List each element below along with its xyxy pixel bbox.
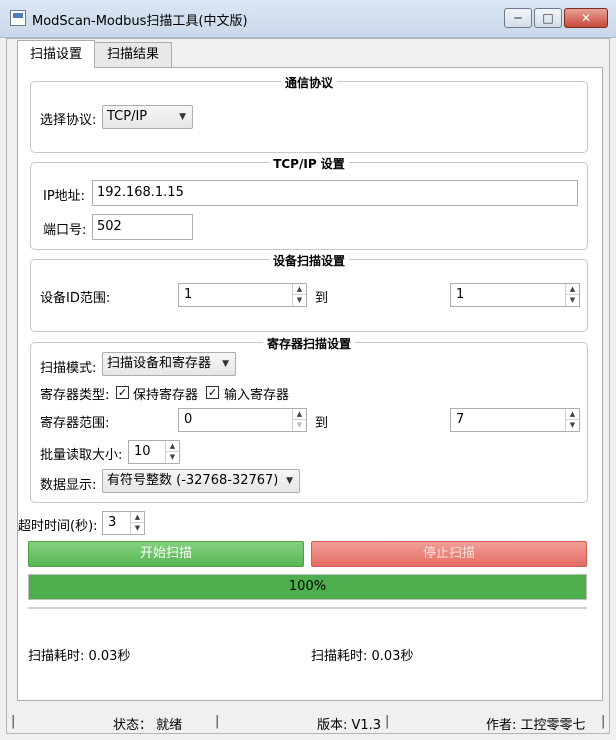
data-display-label: 数据显示:	[40, 478, 97, 493]
scan-settings-panel: 通信协议 选择协议: TCP/IP ▼ TCP/IP 设置 IP地址: 192.…	[17, 67, 603, 701]
register-range-to-spinbox[interactable]: 7 ▲ ▼	[450, 408, 580, 432]
window-title: ModScan-Modbus扫描工具(中文版)	[32, 14, 248, 29]
timeout-value: 3	[108, 515, 117, 530]
device-id-label: 设备ID范围:	[40, 291, 111, 306]
spin-down-icon[interactable]: ▼	[293, 420, 306, 431]
close-icon: ✕	[580, 11, 592, 25]
register-scan-group: 寄存器扫描设置 扫描模式: 扫描设备和寄存器 ▼ 寄存器类型: ✓ 保持寄存器 …	[30, 337, 588, 503]
input-register-label: 输入寄存器	[224, 388, 290, 403]
scan-progress-bar: 100%	[28, 574, 587, 600]
holding-register-label: 保持寄存器	[133, 388, 199, 403]
close-button[interactable]: ✕	[564, 8, 608, 28]
data-display-value: 有符号整数 (-32768-32767)	[107, 473, 279, 488]
scan-mode-label: 扫描模式:	[40, 361, 97, 376]
elapsed-time-left: 扫描耗时: 0.03秒	[28, 649, 131, 664]
spin-up-icon[interactable]: ▲	[293, 284, 306, 295]
protocol-label: 选择协议:	[40, 113, 97, 128]
tcpip-group: TCP/IP 设置 IP地址: 192.168.1.15 端口号: 502	[30, 157, 588, 250]
tab-bar: 扫描设置 扫描结果	[17, 40, 173, 68]
elapsed-time-right: 扫描耗时: 0.03秒	[311, 649, 414, 664]
chevron-down-icon: ▼	[286, 476, 293, 486]
device-scan-group-title: 设备扫描设置	[268, 254, 349, 268]
version-text: 版本: V1.3	[317, 718, 382, 733]
tab-scan-settings[interactable]: 扫描设置	[17, 40, 96, 68]
port-input[interactable]: 502	[92, 214, 193, 240]
status-separator: |	[385, 714, 390, 729]
spin-down-icon[interactable]: ▼	[131, 523, 144, 534]
tcpip-group-title: TCP/IP 设置	[269, 157, 349, 171]
batch-size-label: 批量读取大小:	[40, 448, 123, 463]
window-client: 扫描设置 扫描结果 通信协议 选择协议: TCP/IP ▼ TCP/IP 设置 …	[6, 38, 610, 734]
author-text: 作者: 工控零零七	[486, 718, 586, 733]
chevron-down-icon: ▼	[222, 359, 229, 369]
spin-up-icon[interactable]: ▲	[293, 409, 306, 420]
protocol-group-title: 通信协议	[280, 76, 337, 90]
ip-label: IP地址:	[43, 189, 86, 204]
ip-address-input[interactable]: 192.168.1.15	[92, 180, 578, 206]
spin-up-icon[interactable]: ▲	[566, 284, 579, 295]
divider	[28, 607, 587, 609]
register-range-to-value: 7	[456, 412, 465, 427]
maximize-button[interactable]: □	[534, 8, 562, 28]
scan-mode-value: 扫描设备和寄存器	[107, 356, 212, 371]
register-range-label: 寄存器范围:	[40, 416, 110, 431]
start-scan-button[interactable]: 开始扫描	[28, 541, 304, 567]
spin-up-icon[interactable]: ▲	[166, 441, 179, 452]
register-range-from-spinbox[interactable]: 0 ▲ ▼	[178, 408, 307, 432]
device-id-from-value: 1	[184, 287, 193, 302]
data-display-select[interactable]: 有符号整数 (-32768-32767) ▼	[102, 469, 300, 493]
progress-text: 100%	[288, 579, 327, 594]
holding-register-checkbox[interactable]: ✓	[116, 386, 129, 399]
protocol-select-value: TCP/IP	[107, 109, 148, 124]
register-type-label: 寄存器类型:	[40, 388, 110, 403]
stop-scan-button[interactable]: 停止扫描	[311, 541, 587, 567]
status-separator: |	[215, 714, 220, 729]
device-id-to-label: 到	[315, 291, 329, 306]
spin-down-icon[interactable]: ▼	[293, 295, 306, 306]
spin-down-icon[interactable]: ▼	[166, 452, 179, 463]
spin-up-icon[interactable]: ▲	[131, 512, 144, 523]
timeout-spinbox[interactable]: 3 ▲ ▼	[102, 511, 145, 535]
batch-size-spinbox[interactable]: 10 ▲ ▼	[128, 440, 180, 464]
status-separator: |	[11, 714, 16, 729]
register-range-to-label: 到	[315, 416, 329, 431]
device-id-to-value: 1	[456, 287, 465, 302]
port-label: 端口号:	[43, 223, 87, 238]
chevron-down-icon: ▼	[179, 112, 186, 122]
spin-down-icon[interactable]: ▼	[566, 295, 579, 306]
app-icon	[10, 10, 26, 26]
device-id-to-spinbox[interactable]: 1 ▲ ▼	[450, 283, 580, 307]
scan-mode-select[interactable]: 扫描设备和寄存器 ▼	[102, 352, 236, 376]
title-bar: ModScan-Modbus扫描工具(中文版) ─ □ ✕	[0, 0, 616, 38]
status-text: 状态： 就绪	[113, 718, 183, 733]
window-controls: ─ □ ✕	[502, 8, 608, 28]
input-register-checkbox[interactable]: ✓	[206, 386, 219, 399]
maximize-icon: □	[542, 11, 554, 25]
status-separator: |	[601, 714, 606, 729]
batch-size-value: 10	[134, 444, 151, 459]
tab-scan-results[interactable]: 扫描结果	[94, 42, 173, 68]
register-scan-group-title: 寄存器扫描设置	[262, 337, 355, 351]
spin-down-icon[interactable]: ▼	[566, 420, 579, 431]
minimize-icon: ─	[514, 11, 522, 25]
register-range-from-value: 0	[184, 412, 193, 427]
timeout-label: 超时时间(秒):	[18, 519, 98, 534]
device-scan-group: 设备扫描设置 设备ID范围: 1 ▲ ▼ 到 1 ▲ ▼	[30, 254, 588, 332]
spin-up-icon[interactable]: ▲	[566, 409, 579, 420]
status-bar: | 状态： 就绪 | 版本: V1.3 | 作者: 工控零零七 |	[7, 711, 609, 733]
protocol-group: 通信协议 选择协议: TCP/IP ▼	[30, 76, 588, 153]
device-id-from-spinbox[interactable]: 1 ▲ ▼	[178, 283, 307, 307]
protocol-select[interactable]: TCP/IP ▼	[102, 105, 193, 129]
minimize-button[interactable]: ─	[504, 8, 532, 28]
